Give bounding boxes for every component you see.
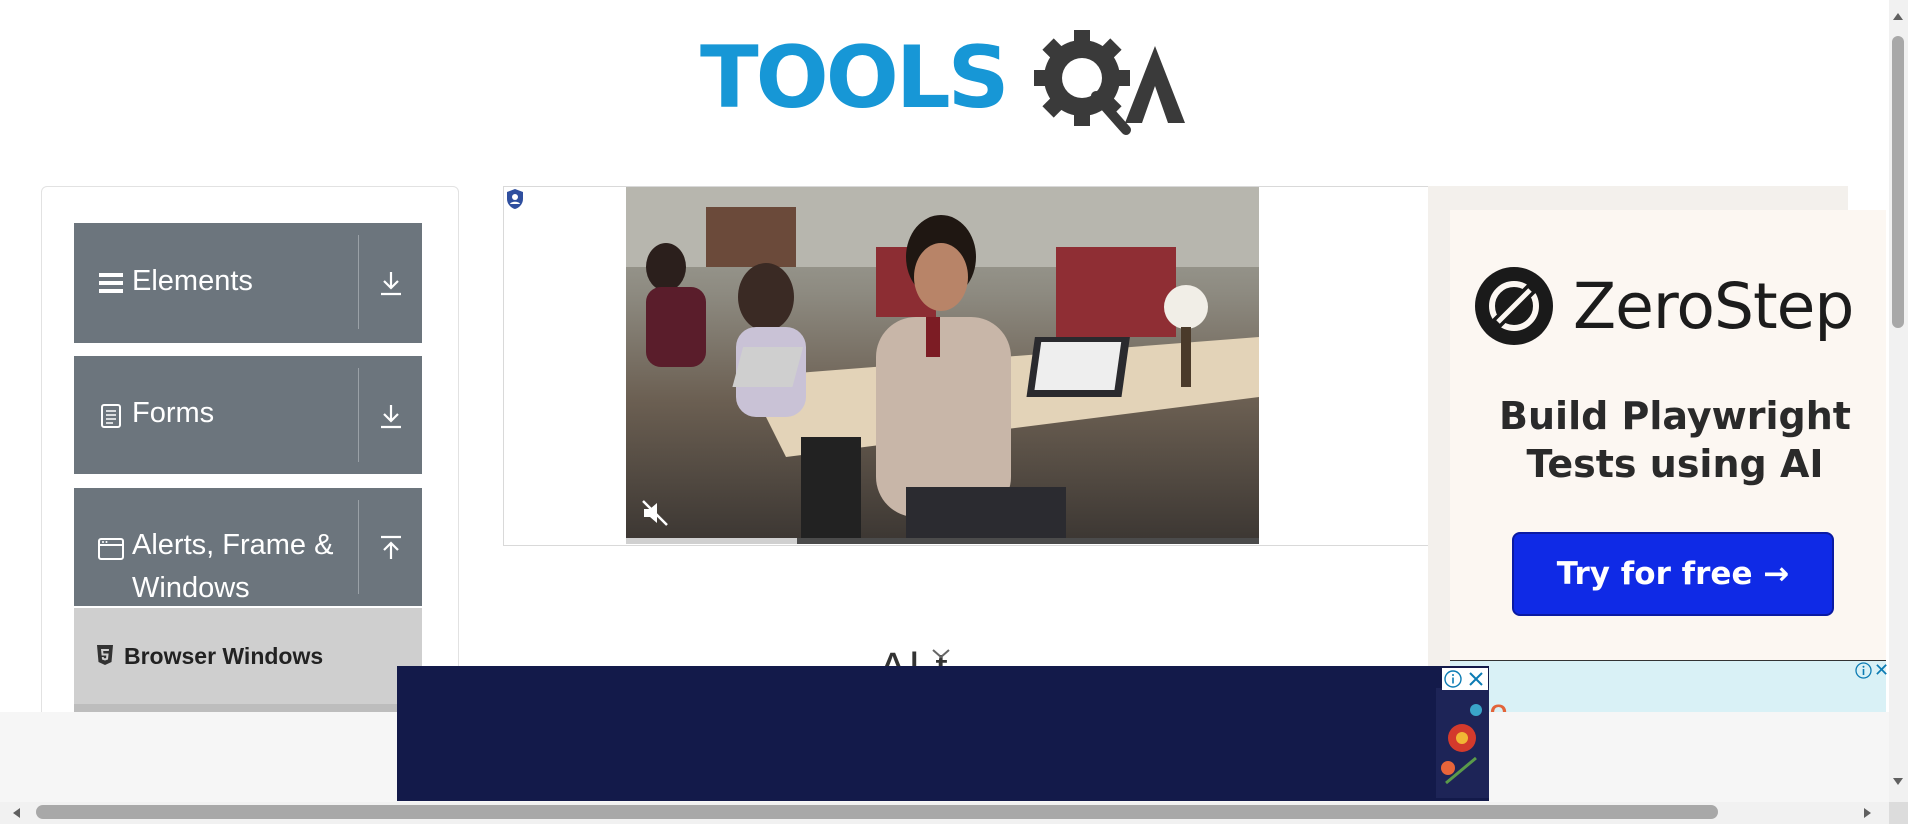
headline-line: Build Playwright (1499, 394, 1851, 438)
window-icon (98, 538, 124, 560)
sidebar-group-label: Alerts, Frame & Windows (132, 529, 334, 604)
logo-text: TOOLS (700, 28, 1010, 128)
scroll-right-arrow-icon[interactable] (1862, 806, 1874, 820)
logo-gear-qa-icon (1034, 30, 1185, 135)
document-icon (101, 404, 121, 428)
sidebar-group-label: Forms (132, 397, 215, 429)
zerostep-logo-icon (1475, 267, 1553, 345)
ad-close-icon[interactable]: ✕ (1874, 660, 1889, 681)
try-for-free-button[interactable]: Try for free → (1512, 532, 1834, 616)
download-arrow-icon[interactable] (376, 401, 406, 431)
divider (358, 500, 359, 594)
video-progress-fill (626, 538, 797, 544)
divider (358, 235, 359, 329)
scroll-left-arrow-icon[interactable] (10, 806, 22, 820)
horizontal-scroll-thumb[interactable] (36, 805, 1718, 819)
chevron-down-icon[interactable] (930, 646, 952, 662)
adchoices-icon[interactable] (505, 188, 525, 210)
scroll-up-arrow-icon[interactable] (1891, 10, 1905, 22)
sidebar-item-browser-windows[interactable]: Browser Windows (74, 608, 422, 704)
sidebar-group-label: Elements (132, 265, 253, 297)
sidebar-group-forms[interactable]: Forms (74, 356, 422, 474)
upload-arrow-icon[interactable] (376, 533, 406, 563)
muted-speaker-icon[interactable] (640, 498, 670, 528)
sidebar-item-next[interactable] (74, 704, 422, 712)
bottom-banner-ad[interactable] (397, 666, 1489, 801)
zerostep-brand: ZeroStep (1573, 270, 1854, 343)
sidebar-group-elements[interactable]: Elements (74, 223, 422, 343)
vertical-scroll-thumb[interactable] (1892, 36, 1904, 328)
scroll-down-arrow-icon[interactable] (1891, 776, 1905, 788)
divider (358, 368, 359, 462)
scrollbar-corner (1889, 802, 1908, 824)
ad-info-icon[interactable] (1442, 668, 1464, 690)
office-scene-image (626, 187, 1259, 544)
secondary-ad[interactable] (1450, 660, 1886, 713)
download-arrow-icon[interactable] (376, 268, 406, 298)
sidebar-item-label: Browser Windows (124, 643, 324, 669)
ad-info-icon[interactable] (1855, 662, 1872, 679)
ad-close-icon[interactable] (1464, 668, 1488, 690)
zerostep-headline: Build Playwright Tests using AI (1470, 392, 1880, 488)
sidebar-group-alerts-frame-windows[interactable]: Alerts, Frame & Windows (74, 488, 422, 606)
html5-icon (97, 645, 113, 665)
headline-line: Tests using AI (1526, 442, 1824, 486)
hamburger-icon (99, 273, 123, 293)
video-player[interactable] (626, 187, 1259, 544)
site-logo[interactable]: TOOLS (700, 20, 1190, 140)
floral-art-image (1436, 688, 1489, 798)
